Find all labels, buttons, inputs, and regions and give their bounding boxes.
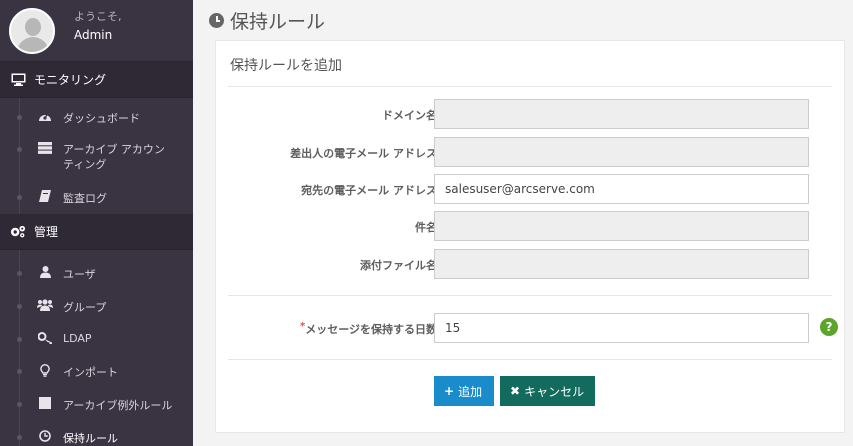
main-content: 保持ルール 保持ルールを追加 ドメイン名 差出人の電子メール アドレス 宛先の電… bbox=[193, 0, 853, 446]
sidebar-item-user[interactable]: ユーザ bbox=[0, 266, 96, 282]
sidebar-item-label: ダッシュボード bbox=[63, 112, 140, 125]
section-management-label: 管理 bbox=[34, 225, 59, 239]
retention-days-input[interactable]: 15 bbox=[434, 313, 809, 343]
sidebar-item-archive-accounting[interactable]: アーカイブ アカウンティング bbox=[0, 142, 185, 172]
sender-label: 差出人の電子メール アドレス bbox=[290, 147, 437, 160]
add-button[interactable]: + 追加 bbox=[434, 376, 494, 406]
key-icon bbox=[37, 332, 53, 344]
server-icon bbox=[37, 142, 53, 154]
close-icon: ✖ bbox=[510, 384, 521, 398]
retention-days-row: *メッセージを保持する日数 15 ? bbox=[216, 313, 846, 343]
cancel-button-label: キャンセル bbox=[524, 384, 585, 399]
avatar bbox=[9, 8, 55, 54]
sidebar-item-label: 保持ルール bbox=[63, 432, 118, 445]
users-icon bbox=[37, 299, 53, 311]
sidebar-item-label: アーカイブ アカウンティング bbox=[63, 143, 165, 171]
sidebar-item-audit-log[interactable]: 監査ログ bbox=[0, 190, 107, 206]
cancel-button[interactable]: ✖ キャンセル bbox=[500, 376, 595, 406]
page-title-text: 保持ルール bbox=[230, 11, 326, 33]
user-panel: ようこそ, Admin bbox=[0, 0, 193, 62]
domain-row: ドメイン名 bbox=[216, 99, 846, 129]
sender-row: 差出人の電子メール アドレス bbox=[216, 137, 846, 167]
domain-label: ドメイン名 bbox=[382, 109, 437, 122]
divider bbox=[228, 86, 832, 87]
attachment-row: 添付ファイル名 bbox=[216, 249, 846, 279]
sender-email-input[interactable] bbox=[434, 137, 809, 167]
user-icon bbox=[37, 266, 53, 278]
retention-days-label: *メッセージを保持する日数 bbox=[299, 321, 437, 336]
help-icon[interactable]: ? bbox=[820, 318, 838, 336]
sidebar-item-label: ユーザ bbox=[63, 268, 96, 281]
sidebar-item-dashboard[interactable]: ダッシュボード bbox=[0, 110, 140, 126]
clock-icon bbox=[37, 430, 53, 442]
divider bbox=[228, 295, 832, 296]
add-retention-rule-panel: 保持ルールを追加 ドメイン名 差出人の電子メール アドレス 宛先の電子メール ア… bbox=[215, 40, 845, 433]
sidebar-item-archive-exception-rule[interactable]: アーカイブ例外ルール bbox=[0, 397, 172, 413]
recipient-label: 宛先の電子メール アドレス bbox=[301, 184, 437, 197]
attachment-name-input[interactable] bbox=[434, 249, 809, 279]
attachment-label: 添付ファイル名 bbox=[360, 259, 437, 272]
subject-input[interactable] bbox=[434, 211, 809, 241]
sidebar-item-label: アーカイブ例外ルール bbox=[63, 399, 173, 412]
sidebar-item-label: 監査ログ bbox=[63, 192, 107, 205]
section-management[interactable]: 管理 bbox=[0, 214, 193, 250]
panel-title: 保持ルールを追加 bbox=[230, 58, 342, 74]
sidebar-item-label: インポート bbox=[63, 366, 118, 379]
gears-icon bbox=[10, 225, 26, 238]
monitor-icon bbox=[10, 73, 26, 86]
recipient-row: 宛先の電子メール アドレス salesuser@arcserve.com bbox=[216, 174, 846, 204]
sidebar-item-label: LDAP bbox=[63, 332, 92, 345]
lightbulb-icon bbox=[37, 364, 53, 377]
sidebar: ようこそ, Admin モニタリング ダッシュボード アーカイブ アカウンティン… bbox=[0, 0, 193, 446]
add-button-label: 追加 bbox=[458, 384, 483, 399]
sidebar-item-ldap[interactable]: LDAP bbox=[0, 332, 92, 345]
welcome-text: ようこそ, bbox=[74, 10, 122, 23]
sidebar-item-label: グループ bbox=[63, 301, 107, 314]
page-title: 保持ルール bbox=[209, 7, 325, 34]
book-icon bbox=[37, 190, 53, 202]
domain-input[interactable] bbox=[434, 99, 809, 129]
recipient-email-input[interactable]: salesuser@arcserve.com bbox=[434, 174, 809, 204]
sidebar-item-import[interactable]: インポート bbox=[0, 364, 118, 380]
user-name: Admin bbox=[74, 28, 113, 42]
subject-row: 件名 bbox=[216, 211, 846, 241]
section-monitoring-label: モニタリング bbox=[34, 73, 107, 87]
plus-icon: + bbox=[444, 384, 455, 398]
sidebar-item-group[interactable]: グループ bbox=[0, 299, 106, 315]
divider bbox=[228, 359, 832, 360]
sidebar-item-retention-rule[interactable]: 保持ルール bbox=[0, 430, 118, 446]
section-monitoring[interactable]: モニタリング bbox=[0, 62, 193, 98]
dashboard-icon bbox=[37, 110, 53, 122]
clock-icon bbox=[209, 13, 224, 28]
square-icon bbox=[37, 397, 53, 409]
